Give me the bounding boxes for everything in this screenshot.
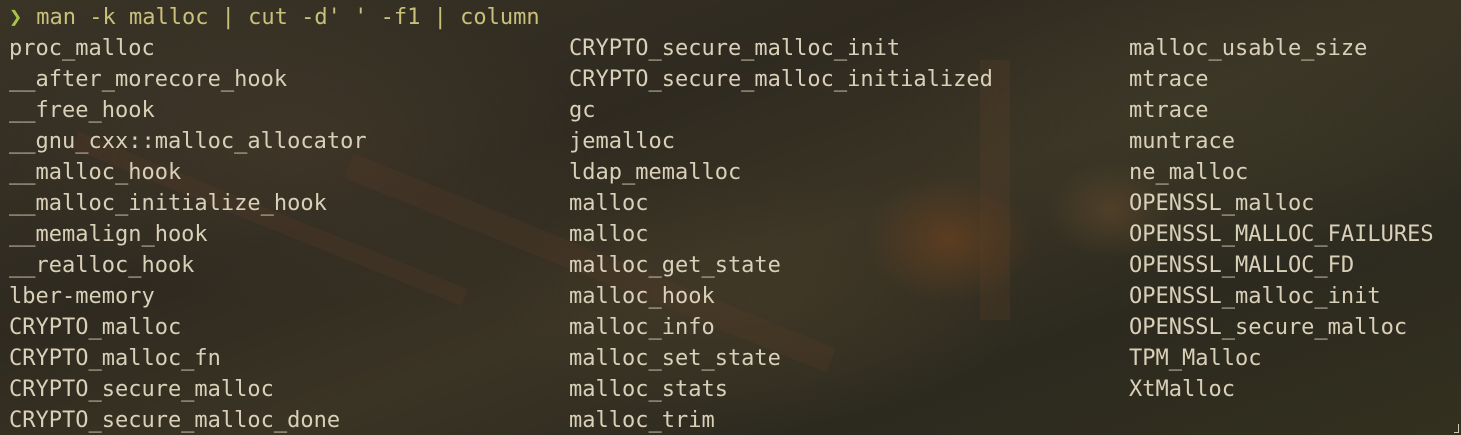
output-entry: malloc_usable_size xyxy=(1129,36,1368,61)
command-prompt-line: ❯ man -k malloc | cut -d' ' -f1 | column xyxy=(9,4,540,32)
output-entry: CRYPTO_malloc_fn xyxy=(9,346,221,371)
output-entry: CRYPTO_secure_malloc xyxy=(9,377,274,402)
output-entry: OPENSSL_MALLOC_FD xyxy=(1129,253,1355,278)
output-entry: __realloc_hook xyxy=(9,253,195,278)
output-entry: muntrace xyxy=(1129,129,1235,154)
output-column-2: CRYPTO_secure_malloc_init CRYPTO_secure_… xyxy=(569,35,993,435)
output-entry: CRYPTO_secure_malloc_initialized xyxy=(569,67,993,92)
output-entry: CRYPTO_secure_malloc_done xyxy=(9,408,341,433)
output-entry: malloc_stats xyxy=(569,377,728,402)
output-entry: malloc xyxy=(569,191,649,216)
output-entry: __memalign_hook xyxy=(9,222,208,247)
output-entry: malloc_set_state xyxy=(569,346,781,371)
output-entry: CRYPTO_secure_malloc_init xyxy=(569,36,901,61)
scroll-corner-indicator xyxy=(1454,424,1459,433)
output-column-1: proc_malloc __after_morecore_hook __free… xyxy=(9,35,367,435)
output-entry: ldap_memalloc xyxy=(569,160,742,185)
output-entry: __gnu_cxx::malloc_allocator xyxy=(9,129,367,154)
output-column-3: malloc_usable_size mtrace mtrace muntrac… xyxy=(1129,35,1434,407)
output-entry: XtMalloc xyxy=(1129,377,1235,402)
output-entry: __free_hook xyxy=(9,98,155,123)
output-entry: __after_morecore_hook xyxy=(9,67,288,92)
output-entry: malloc_get_state xyxy=(569,253,781,278)
output-entry: malloc_hook xyxy=(569,284,715,309)
output-entry: malloc_info xyxy=(569,315,715,340)
output-entry: gc xyxy=(569,98,596,123)
output-entry: TPM_Malloc xyxy=(1129,346,1262,371)
command-text: man -k malloc | cut -d' ' -f1 | column xyxy=(36,5,540,30)
output-entry: OPENSSL_malloc_init xyxy=(1129,284,1381,309)
output-entry: __malloc_hook xyxy=(9,160,182,185)
output-entry: mtrace xyxy=(1129,98,1209,123)
prompt-chevron-icon: ❯ xyxy=(9,5,23,30)
output-entry: CRYPTO_malloc xyxy=(9,315,182,340)
output-entry: jemalloc xyxy=(569,129,675,154)
output-entry: OPENSSL_secure_malloc xyxy=(1129,315,1408,340)
terminal-window[interactable]: ❯ man -k malloc | cut -d' ' -f1 | column … xyxy=(0,0,1461,435)
output-entry: mtrace xyxy=(1129,67,1209,92)
output-entry: OPENSSL_MALLOC_FAILURES xyxy=(1129,222,1434,247)
output-entry: proc_malloc xyxy=(9,36,155,61)
output-entry: malloc xyxy=(569,222,649,247)
output-entry: ne_malloc xyxy=(1129,160,1249,185)
output-entry: __malloc_initialize_hook xyxy=(9,191,327,216)
output-entry: lber-memory xyxy=(9,284,155,309)
output-entry: OPENSSL_malloc xyxy=(1129,191,1315,216)
output-entry: malloc_trim xyxy=(569,408,715,433)
